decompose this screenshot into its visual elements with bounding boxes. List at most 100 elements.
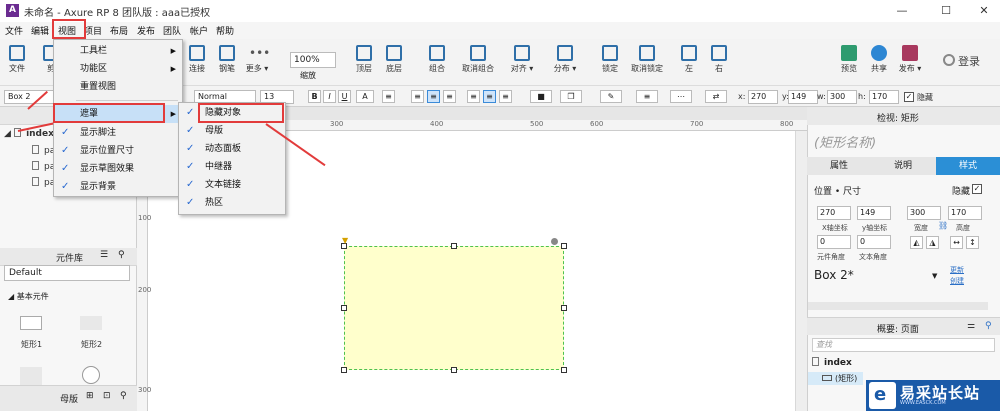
maximize-button[interactable]: ☐ (932, 2, 960, 20)
menu-publish[interactable]: 发布 (137, 24, 155, 37)
shadow-icon[interactable]: ❐ (560, 90, 582, 103)
selected-rectangle[interactable] (344, 246, 564, 370)
library-select[interactable]: Default (4, 265, 130, 281)
flip-vertical-icon[interactable]: ◮ (926, 236, 939, 249)
fit-height-icon[interactable]: ↕ (966, 236, 979, 249)
widget-ellipse[interactable] (82, 366, 100, 384)
inspector-h-input[interactable]: 170 (948, 206, 982, 220)
w-input[interactable]: 300 (827, 90, 857, 104)
underline-button[interactable]: U (338, 90, 351, 103)
minimize-button[interactable]: — (888, 2, 916, 20)
align-left-icon[interactable]: ≡ (411, 90, 424, 103)
link-icon[interactable]: ⛓ (938, 221, 948, 230)
resize-handle[interactable] (451, 243, 457, 249)
widget-image[interactable] (20, 367, 42, 385)
zoom-select[interactable]: 100% (290, 52, 336, 68)
resize-handle[interactable] (341, 305, 347, 311)
resize-handle[interactable] (561, 243, 567, 249)
filter-icon[interactable]: ⚌ (967, 321, 975, 331)
menu-layout[interactable]: 布局 (110, 24, 128, 37)
toolbar-align-button[interactable]: 对齐 ▾ (505, 42, 539, 84)
menu-item-show-sketch[interactable]: ✓ 显示草图效果 (54, 160, 182, 178)
bold-button[interactable]: B (308, 90, 321, 103)
toolbar-ungroup-button[interactable]: 取消组合 (457, 42, 499, 84)
submenu-item-hotspots[interactable]: ✓ 热区 (179, 194, 285, 212)
add-master-icon[interactable]: ⊞ (86, 391, 94, 401)
page-tree-item[interactable]: pa (32, 177, 55, 188)
menu-edit[interactable]: 编辑 (31, 24, 49, 37)
text-color-button[interactable]: A (356, 90, 374, 103)
inspector-hscrollbar[interactable] (808, 302, 988, 310)
menu-item-show-background[interactable]: ✓ 显示背景 (54, 178, 182, 196)
valign-bottom-icon[interactable]: ≡ (499, 90, 512, 103)
canvas-scrollbar[interactable] (795, 131, 807, 411)
menu-file[interactable]: 文件 (5, 24, 23, 37)
toolbar-send-back-button[interactable]: 底层 (377, 42, 411, 84)
toolbar-distribute-button[interactable]: 分布 ▾ (548, 42, 582, 84)
hidden-checkbox[interactable]: ✓ (904, 92, 914, 102)
tab-notes[interactable]: 说明 (871, 157, 935, 175)
outline-page-root[interactable]: index (812, 357, 852, 368)
close-button[interactable]: ✕ (970, 2, 998, 20)
valign-top-icon[interactable]: ≡ (467, 90, 480, 103)
search-icon[interactable]: ⚲ (118, 250, 125, 260)
add-folder-icon[interactable]: ⊡ (103, 391, 111, 401)
inspector-hidden-checkbox[interactable]: ✓ (972, 184, 982, 194)
fill-color-icon[interactable]: ■ (530, 90, 552, 103)
line-color-icon[interactable]: ✎ (600, 90, 622, 103)
h-input[interactable]: 170 (869, 90, 899, 104)
menu-account[interactable]: 帐户 (190, 24, 208, 37)
toolbar-file-button[interactable]: 文件 (0, 42, 34, 84)
list-icon[interactable]: ≡ (382, 90, 395, 103)
menu-item-show-footnotes[interactable]: ✓ 显示脚注 (54, 124, 182, 142)
menu-project[interactable]: 项目 (84, 24, 102, 37)
resize-handle[interactable] (341, 367, 347, 373)
toolbar-more-button[interactable]: ••• 更多 ▾ (240, 42, 274, 84)
tab-properties[interactable]: 属性 (807, 157, 871, 175)
toolbar-right-button[interactable]: 右 (702, 42, 736, 84)
menu-item-reset-view[interactable]: 重置视图 (54, 78, 182, 96)
y-input[interactable]: 149 (788, 90, 818, 104)
valign-middle-icon[interactable]: ≡ (483, 90, 496, 103)
text-angle-input[interactable]: 0 (857, 235, 891, 249)
flip-horizontal-icon[interactable]: ◭ (910, 236, 923, 249)
toolbar-connect-button[interactable]: 连接 (180, 42, 214, 84)
align-right-icon[interactable]: ≡ (443, 90, 456, 103)
outline-search-input[interactable]: 查找 (812, 338, 995, 352)
menu-item-toolbar[interactable]: 工具栏 ▶ (54, 42, 182, 60)
toolbar-group-button[interactable]: 组合 (420, 42, 454, 84)
shape-name-field[interactable]: (矩形名称) (814, 132, 876, 151)
menu-team[interactable]: 团队 (163, 24, 181, 37)
toolbar-share-button[interactable]: 共享 (862, 42, 896, 84)
chevron-down-icon[interactable]: ▼ (932, 272, 937, 280)
italic-button[interactable]: I (323, 90, 336, 103)
update-style-link[interactable]: 更新 (950, 265, 964, 275)
page-tree-item[interactable]: pa (32, 161, 55, 172)
search-icon[interactable]: ⚲ (120, 391, 127, 401)
outline-item[interactable]: (矩形) (822, 373, 857, 384)
search-icon[interactable]: ⚲ (985, 321, 992, 331)
arrow-style-icon[interactable]: ⇄ (705, 90, 727, 103)
x-input[interactable]: 270 (748, 90, 778, 104)
submenu-item-repeaters[interactable]: ✓ 中继器 (179, 158, 285, 176)
resize-handle[interactable] (561, 367, 567, 373)
page-tree-item[interactable]: pa (32, 145, 55, 156)
inspector-y-input[interactable]: 149 (857, 206, 891, 220)
align-center-icon[interactable]: ≡ (427, 90, 440, 103)
pin-icon[interactable]: ▼ (342, 236, 348, 245)
line-width-icon[interactable]: ≡ (636, 90, 658, 103)
toolbar-lock-button[interactable]: 锁定 (593, 42, 627, 84)
resize-handle[interactable] (561, 305, 567, 311)
element-angle-input[interactable]: 0 (817, 235, 851, 249)
toolbar-preview-button[interactable]: 预览 (832, 42, 866, 84)
toolbar-left-button[interactable]: 左 (672, 42, 706, 84)
inspector-w-input[interactable]: 300 (907, 206, 941, 220)
toolbar-publish-button[interactable]: 发布 ▾ (893, 42, 927, 84)
submenu-item-text-links[interactable]: ✓ 文本链接 (179, 176, 285, 194)
menu-icon[interactable]: ☰ (100, 250, 108, 260)
rotate-handle-icon[interactable] (551, 238, 558, 245)
toolbar-unlock-button[interactable]: 取消锁定 (625, 42, 669, 84)
widget-rectangle2[interactable] (80, 316, 102, 330)
toolbar-pen-button[interactable]: 钢笔 (210, 42, 244, 84)
widget-rectangle1[interactable] (20, 316, 42, 330)
